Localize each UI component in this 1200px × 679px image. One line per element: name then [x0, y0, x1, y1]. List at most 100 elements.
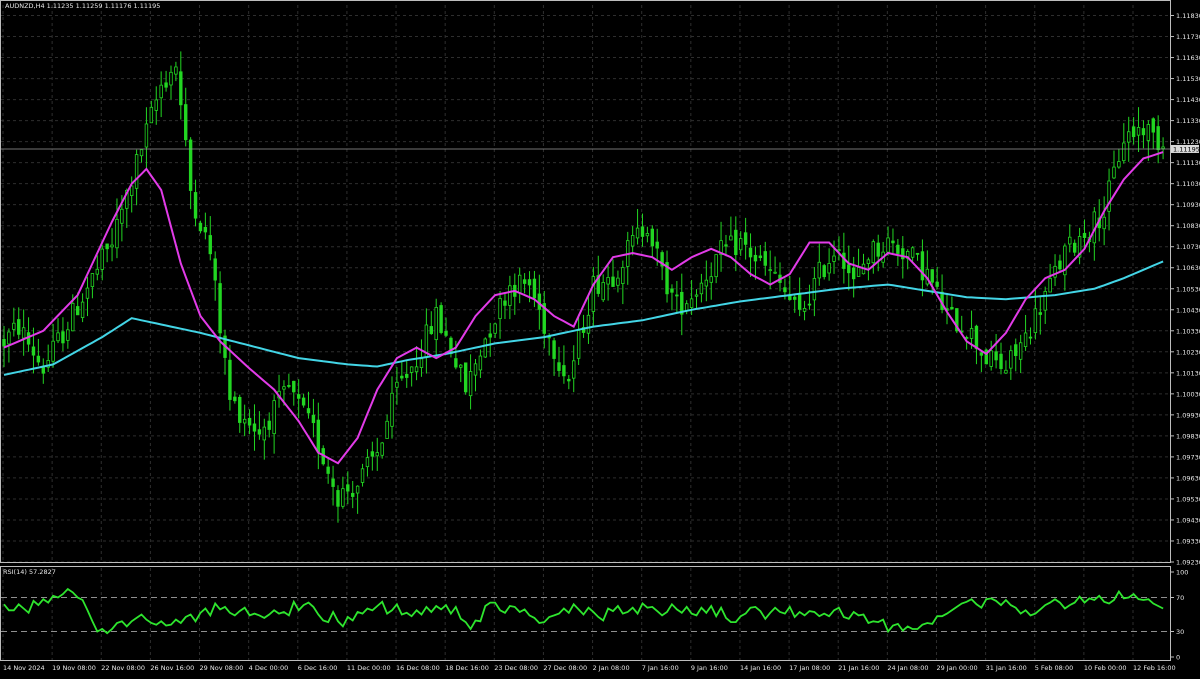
candle-body [827, 263, 831, 274]
candle-body [886, 237, 890, 253]
price-tick-label: 1.09930 [1176, 411, 1200, 419]
price-chart[interactable]: 1.11830 1.11730 1.11630 1.11530 1.11430 1.113… [0, 0, 1200, 675]
candle-body [228, 359, 232, 400]
candle-body [562, 365, 566, 377]
candle-body [2, 338, 6, 347]
candle-body [689, 298, 694, 308]
candle-body [915, 252, 920, 255]
candle-body [837, 249, 841, 252]
candle-body [414, 366, 419, 373]
price-tick-label: 1.09530 [1176, 495, 1200, 503]
price-tick-label: 1.11030 [1176, 180, 1200, 188]
candle-body [1117, 161, 1121, 168]
price-tick-label: 1.11830 [1176, 12, 1200, 20]
candle-body [483, 338, 488, 358]
rsi-tick-label: 100 [1176, 569, 1188, 577]
candle-body [193, 192, 198, 219]
candle-body [468, 371, 473, 397]
candle-body [247, 417, 252, 426]
candle-body [871, 241, 876, 264]
candle-body [400, 375, 404, 379]
candle-body [1112, 166, 1116, 179]
candle-body [346, 484, 350, 492]
candle-body [434, 307, 438, 341]
candle-body [134, 154, 139, 189]
time-axis-label: 23 Dec 08:00 [494, 664, 538, 672]
price-tick-label: 1.09330 [1176, 537, 1200, 545]
candle-body [1009, 350, 1013, 369]
candle-body [203, 227, 208, 233]
candle-body [61, 331, 65, 344]
candle-body [891, 240, 895, 244]
candle-body [31, 346, 36, 356]
candle-body [842, 252, 846, 269]
candle-body [822, 265, 826, 278]
price-tick-label: 1.10830 [1176, 222, 1200, 230]
candle-body [1004, 369, 1008, 374]
candle-body [694, 294, 699, 297]
candle-body [847, 264, 851, 274]
price-tick-label: 1.10330 [1176, 327, 1200, 335]
candle-body [184, 104, 188, 141]
candle-body [739, 238, 743, 251]
candle-body [144, 123, 149, 148]
candle-body [508, 285, 512, 306]
time-axis-label: 31 Jan 16:00 [986, 664, 1027, 672]
candle-body [267, 420, 271, 430]
chart-window[interactable]: 1.11830 1.11730 1.11630 1.11530 1.11430 1.113… [0, 0, 1200, 675]
candle-body [621, 267, 625, 284]
candle-body [282, 386, 286, 390]
candle-body [301, 397, 306, 406]
price-tick-label: 1.11330 [1176, 117, 1200, 125]
candle-body [1107, 180, 1111, 212]
candle-body [866, 259, 871, 265]
candle-body [1161, 146, 1165, 150]
candle-body [498, 298, 502, 320]
candle-body [316, 419, 321, 453]
candle-body [355, 485, 360, 494]
time-axis-label: 26 Nov 16:00 [150, 664, 194, 672]
candle-body [979, 352, 984, 356]
candle-body [75, 306, 80, 316]
candle-body [238, 396, 242, 423]
candle-body [1038, 312, 1043, 315]
price-tick-label: 1.09230 [1176, 559, 1200, 567]
candle-body [326, 466, 330, 474]
price-tick-label: 1.10130 [1176, 369, 1200, 377]
candle-body [233, 396, 237, 402]
candle-body [409, 366, 414, 373]
candle-body [969, 328, 974, 339]
price-tick-label: 1.10730 [1176, 243, 1200, 251]
price-tick-label: 1.11730 [1176, 33, 1200, 41]
candle-body [90, 273, 95, 288]
candle-body [1127, 131, 1131, 143]
time-axis-label: 6 Dec 16:00 [298, 664, 338, 672]
time-axis-label: 29 Nov 08:00 [200, 664, 244, 672]
candle-body [463, 362, 468, 393]
candle-body [517, 274, 522, 294]
candle-body [768, 269, 772, 272]
candle-body [1018, 342, 1023, 360]
candle-body [1053, 265, 1057, 278]
candle-body [704, 279, 709, 287]
candle-body [419, 358, 424, 368]
candle-body [85, 287, 90, 299]
candle-body [1068, 236, 1072, 245]
rsi-info: RSI(14) 57.2827 [3, 568, 56, 576]
candle-body [12, 322, 16, 330]
candle-body [758, 255, 763, 259]
candle-body [459, 364, 463, 368]
candle-body [360, 468, 365, 483]
candle-body [242, 418, 247, 424]
candle-body [734, 229, 738, 256]
candle-body [95, 268, 100, 275]
candle-body [611, 276, 615, 287]
candle-body [1151, 118, 1155, 133]
candle-body [635, 227, 640, 239]
candle-body [306, 408, 311, 414]
candle-body [994, 351, 998, 361]
price-tick-label: 1.09430 [1176, 516, 1200, 524]
candle-body [213, 258, 217, 281]
candle-body [567, 378, 571, 382]
candle-body [21, 327, 26, 339]
